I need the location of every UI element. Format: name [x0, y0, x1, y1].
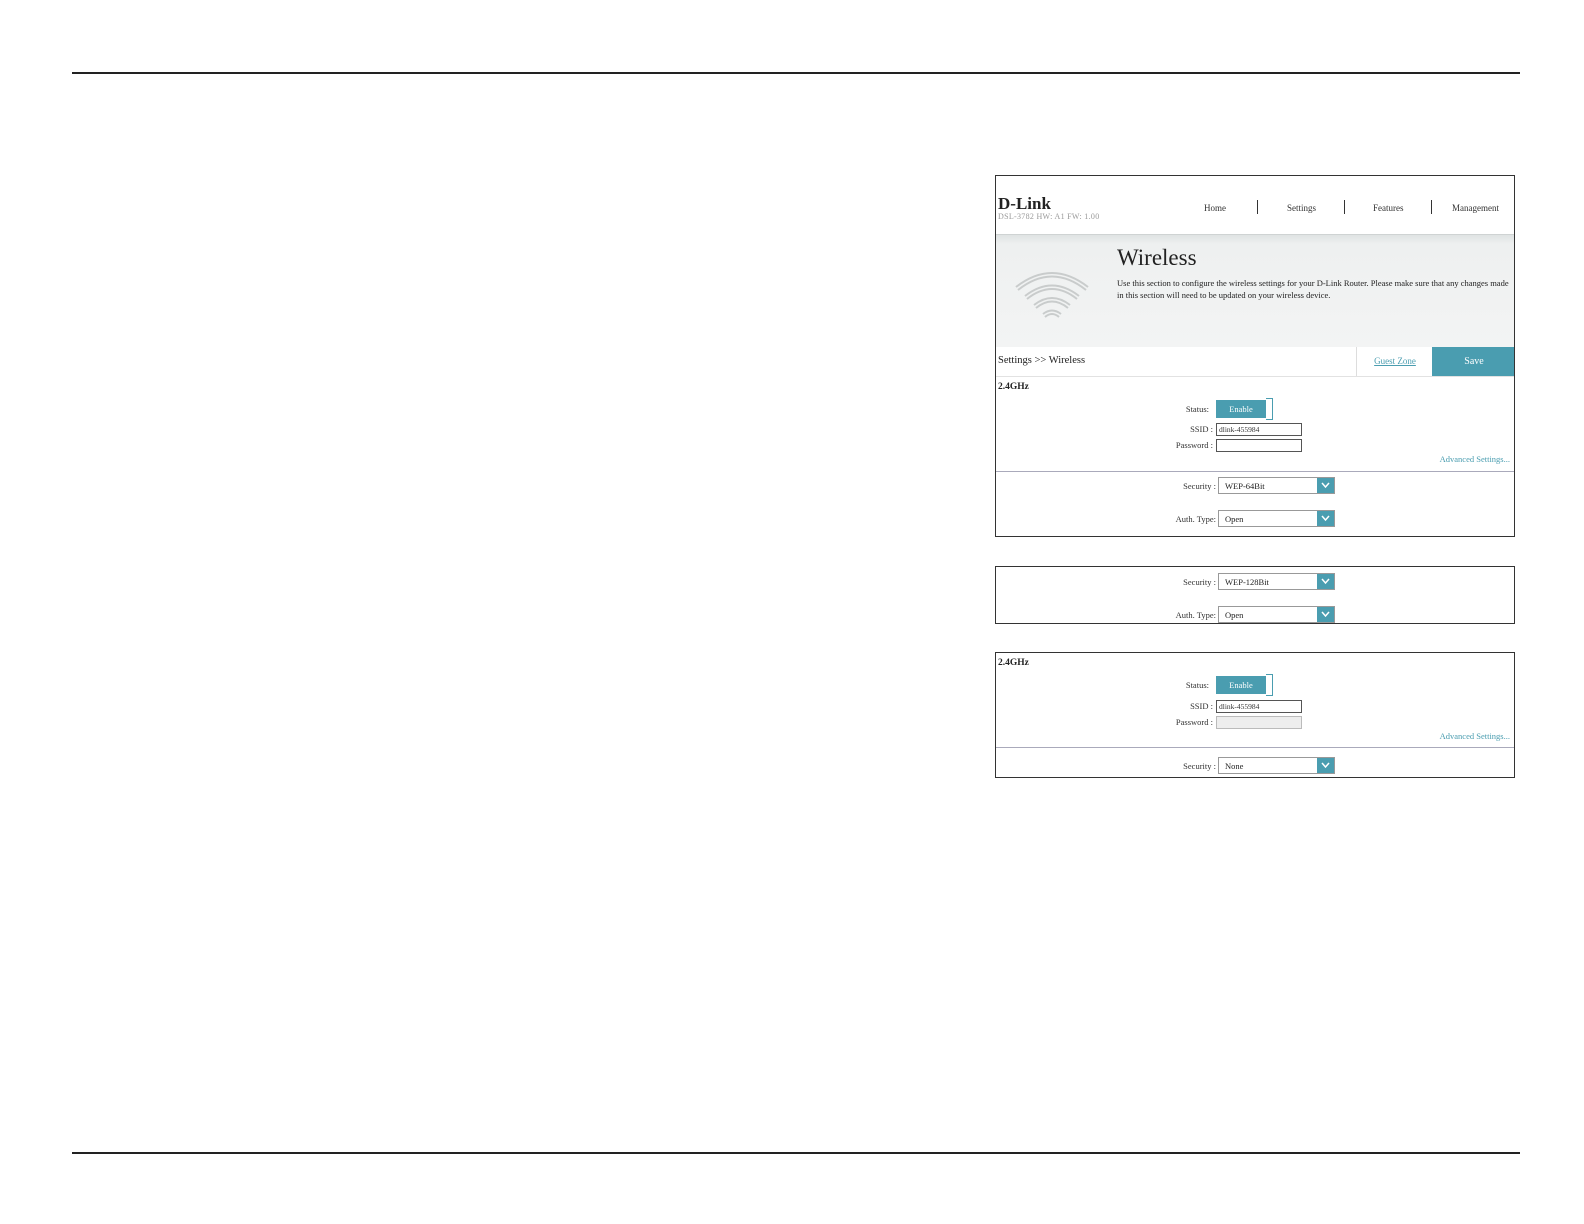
auth-type-select[interactable]: Open	[1218, 606, 1335, 623]
wep128-security-screenshot: Security : WEP-128Bit Auth. Type: Open	[995, 566, 1515, 624]
toggle-handle[interactable]	[1266, 398, 1273, 420]
auth-type-select[interactable]: Open	[1218, 510, 1335, 527]
ssid-label: SSID :	[1190, 424, 1213, 434]
password-input	[1216, 716, 1302, 729]
status-enable-toggle[interactable]: Enable	[1216, 676, 1266, 694]
band-title: 2.4GHz	[998, 658, 1029, 668]
toggle-handle[interactable]	[1266, 674, 1273, 696]
auth-type-value: Open	[1225, 610, 1244, 620]
ssid-label: SSID :	[1190, 701, 1213, 711]
nav-separator	[1344, 200, 1345, 214]
chevron-down-icon[interactable]	[1317, 758, 1334, 773]
chevron-down-icon[interactable]	[1317, 478, 1334, 493]
nav-settings[interactable]: Settings	[1287, 203, 1316, 213]
chevron-down-icon[interactable]	[1317, 607, 1334, 622]
wifi-icon	[1015, 272, 1089, 318]
page-title: Wireless	[1117, 245, 1197, 270]
nav-management[interactable]: Management	[1452, 203, 1499, 213]
bottom-rule	[72, 1152, 1520, 1154]
advanced-settings-link[interactable]: Advanced Settings...	[1440, 454, 1510, 464]
chevron-down-icon[interactable]	[1317, 574, 1334, 589]
password-input[interactable]	[1216, 439, 1302, 452]
security-select[interactable]: WEP-64Bit	[1218, 477, 1335, 494]
advanced-settings-link[interactable]: Advanced Settings...	[1440, 731, 1510, 741]
security-label: Security :	[1183, 761, 1216, 771]
breadcrumb: Settings >> Wireless	[998, 355, 1086, 366]
status-label: Status:	[1185, 404, 1209, 414]
security-value: WEP-128Bit	[1225, 577, 1269, 587]
wireless-settings-screenshot: D-Link DSL-3782 HW: A1 FW: 1.00 Home Set…	[995, 175, 1515, 537]
wireless-banner: Wireless Use this section to configure t…	[996, 234, 1514, 348]
security-value: WEP-64Bit	[1225, 481, 1265, 491]
model-info: DSL-3782 HW: A1 FW: 1.00	[998, 212, 1100, 221]
chevron-down-icon[interactable]	[1317, 511, 1334, 526]
page-description: Use this section to configure the wirele…	[1117, 278, 1509, 300]
status-label: Status:	[1185, 680, 1209, 690]
auth-type-value: Open	[1225, 514, 1244, 524]
security-label: Security :	[1183, 481, 1216, 491]
router-header: D-Link DSL-3782 HW: A1 FW: 1.00 Home Set…	[996, 176, 1514, 234]
security-select[interactable]: None	[1218, 757, 1335, 774]
password-label: Password :	[1175, 440, 1213, 450]
password-label: Password :	[1175, 717, 1213, 727]
dlink-logo: D-Link	[998, 194, 1051, 213]
ssid-input[interactable]: dlink-455984	[1216, 700, 1302, 713]
top-rule	[72, 72, 1520, 74]
nav-separator	[1257, 200, 1258, 214]
security-label: Security :	[1183, 577, 1216, 587]
guest-zone-link[interactable]: Guest Zone	[1356, 347, 1433, 376]
toolbar: Settings >> Wireless Guest Zone Save	[996, 347, 1514, 377]
no-security-screenshot: 2.4GHz Status: Enable SSID : dlink-45598…	[995, 652, 1515, 778]
nav-features[interactable]: Features	[1373, 203, 1404, 213]
security-select[interactable]: WEP-128Bit	[1218, 573, 1335, 590]
security-value: None	[1225, 761, 1244, 771]
ssid-input[interactable]: dlink-455984	[1216, 423, 1302, 436]
section-divider	[996, 747, 1514, 748]
nav-home[interactable]: Home	[1204, 203, 1226, 213]
auth-type-label: Auth. Type:	[1175, 610, 1216, 620]
save-button[interactable]: Save	[1432, 347, 1514, 376]
section-divider	[996, 471, 1514, 472]
auth-type-label: Auth. Type:	[1175, 514, 1216, 524]
nav-separator	[1431, 200, 1432, 214]
band-title: 2.4GHz	[998, 382, 1029, 392]
status-enable-toggle[interactable]: Enable	[1216, 400, 1266, 418]
